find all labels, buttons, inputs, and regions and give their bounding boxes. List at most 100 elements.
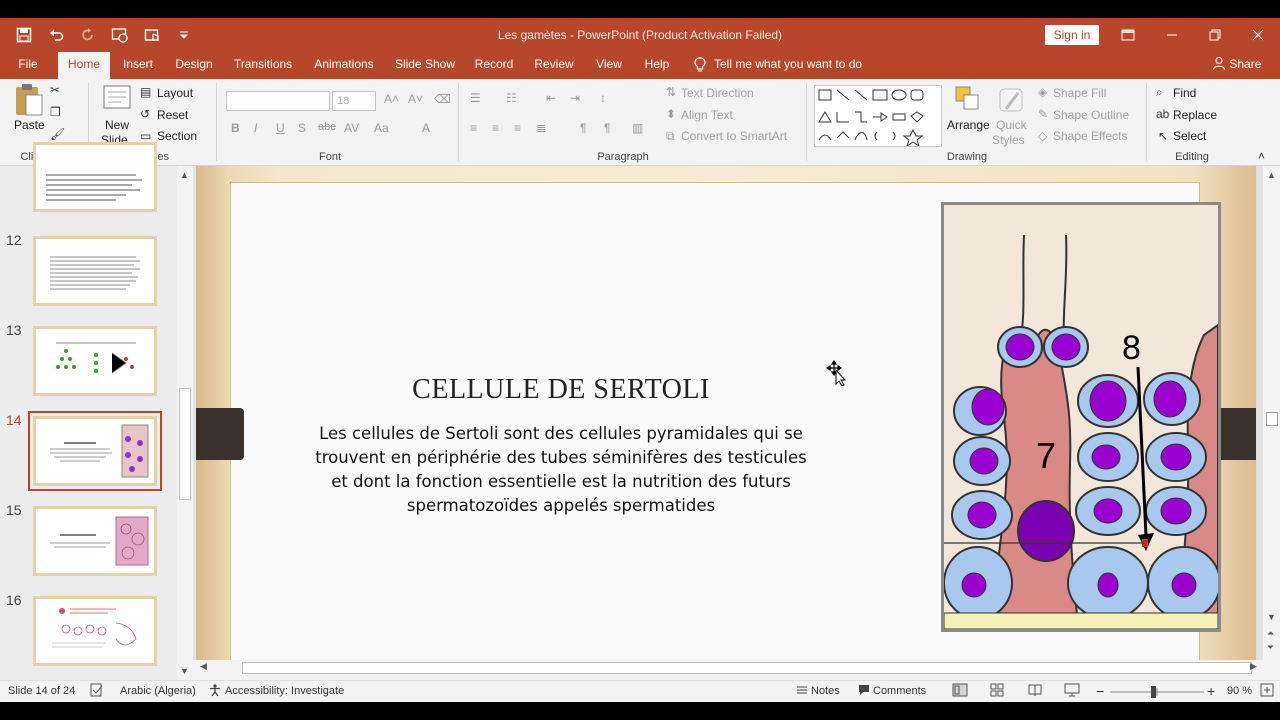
- touch-mode-icon[interactable]: [138, 21, 166, 49]
- tab-help[interactable]: Help: [638, 52, 676, 79]
- tab-home[interactable]: Home: [58, 52, 110, 79]
- slideshow-view-icon[interactable]: [1064, 681, 1080, 703]
- arrange-icon[interactable]: [954, 85, 982, 118]
- underline-button[interactable]: U: [276, 121, 285, 135]
- format-painter-icon[interactable]: 🖌: [50, 127, 65, 141]
- shape-outline-button[interactable]: Shape Outline: [1053, 108, 1129, 122]
- layout-button[interactable]: Layout: [157, 86, 193, 100]
- slide-title[interactable]: CELLULE DE SERTOLI: [346, 374, 776, 406]
- paste-button[interactable]: Paste: [14, 118, 45, 132]
- thumbnail-11[interactable]: [33, 142, 157, 212]
- ribbon-display-options-icon[interactable]: [1108, 18, 1148, 52]
- thumbnail-13[interactable]: [33, 326, 157, 396]
- slide-sorter-icon[interactable]: [990, 681, 1004, 703]
- strikethrough-button[interactable]: abc: [318, 121, 336, 133]
- align-left-icon[interactable]: ≡: [470, 121, 477, 135]
- sertoli-cell-figure[interactable]: 8 7: [941, 202, 1221, 632]
- font-color-icon[interactable]: A: [422, 121, 430, 135]
- slide-vertical-scrollbar[interactable]: ▲ ▼ ⏶ ⏷: [1264, 166, 1280, 660]
- thumbnail-scrollbar[interactable]: ▲ ▼: [177, 166, 193, 680]
- tab-design[interactable]: Design: [168, 52, 220, 79]
- increase-font-icon[interactable]: A˄: [384, 92, 399, 106]
- next-slide-icon[interactable]: ⏷: [1267, 642, 1274, 653]
- line-spacing-icon[interactable]: ↕: [600, 91, 606, 105]
- character-spacing-icon[interactable]: AV: [344, 121, 359, 135]
- minimize-icon[interactable]: [1152, 18, 1192, 52]
- scroll-thumb[interactable]: [179, 388, 191, 500]
- spelling-icon[interactable]: [90, 681, 104, 703]
- change-case-icon[interactable]: Aa: [374, 121, 389, 135]
- previous-slide-icon[interactable]: ⏶: [1267, 628, 1274, 639]
- share-button[interactable]: Share: [1212, 52, 1261, 79]
- zoom-slider[interactable]: [1110, 681, 1204, 703]
- accessibility-status[interactable]: Accessibility: Investigate: [225, 681, 344, 703]
- section-button[interactable]: Section: [157, 129, 197, 143]
- sign-in-button[interactable]: Sign in: [1045, 25, 1099, 45]
- current-slide[interactable]: CELLULE DE SERTOLI Les cellules de Serto…: [196, 166, 1256, 660]
- tab-animations[interactable]: Animations: [306, 52, 382, 79]
- scroll-thumb[interactable]: [1266, 412, 1278, 426]
- reset-button[interactable]: Reset: [157, 108, 188, 122]
- normal-view-icon[interactable]: [952, 681, 968, 703]
- text-direction-button[interactable]: Text Direction: [681, 86, 754, 100]
- quick-styles-icon[interactable]: [998, 85, 1026, 120]
- language-status[interactable]: Arabic (Algeria): [120, 681, 196, 703]
- font-size-field[interactable]: 18: [332, 91, 376, 111]
- start-from-beginning-icon[interactable]: [106, 21, 134, 49]
- new-slide-label-1[interactable]: New: [105, 118, 129, 132]
- comments-button[interactable]: Comments: [873, 681, 926, 703]
- zoom-in-icon[interactable]: +: [1207, 681, 1215, 703]
- undo-icon[interactable]: [42, 21, 70, 49]
- slide-horizontal-scrollbar[interactable]: ◀ ▶: [196, 660, 1263, 676]
- thumbnail-15[interactable]: [33, 506, 157, 576]
- scroll-up-icon[interactable]: ▲: [180, 170, 189, 180]
- restore-icon[interactable]: [1195, 18, 1235, 52]
- tab-slide-show[interactable]: Slide Show: [390, 52, 460, 79]
- clear-formatting-icon[interactable]: ⌫: [434, 92, 451, 106]
- bold-button[interactable]: B: [231, 121, 240, 135]
- scroll-left-icon[interactable]: ◀: [200, 661, 207, 672]
- justify-icon[interactable]: ≣: [536, 121, 546, 135]
- shape-fill-button[interactable]: Shape Fill: [1053, 86, 1106, 100]
- shadow-button[interactable]: S: [298, 121, 306, 135]
- scroll-right-icon[interactable]: ▶: [1250, 661, 1257, 672]
- copy-icon[interactable]: ❐: [50, 105, 61, 119]
- zoom-out-icon[interactable]: −: [1096, 681, 1104, 703]
- thumbnail-14-selected[interactable]: [28, 411, 162, 491]
- fit-to-window-icon[interactable]: [1260, 681, 1274, 703]
- customize-qat-icon[interactable]: [170, 21, 198, 49]
- new-slide-icon[interactable]: [103, 85, 131, 120]
- rtl-icon[interactable]: ¶: [580, 121, 586, 135]
- tab-view[interactable]: View: [588, 52, 630, 79]
- columns-icon[interactable]: ▥: [632, 121, 643, 135]
- scroll-up-icon[interactable]: ▲: [1267, 170, 1276, 180]
- scroll-down-icon[interactable]: ▼: [1267, 612, 1276, 622]
- collapse-ribbon-icon[interactable]: ˄: [1258, 149, 1265, 163]
- ltr-icon[interactable]: ¶: [604, 121, 610, 135]
- quick-styles-label-1[interactable]: Quick: [996, 118, 1027, 132]
- align-center-icon[interactable]: ≡: [492, 121, 499, 135]
- decrease-font-icon[interactable]: A˅: [408, 92, 423, 106]
- save-icon[interactable]: [10, 21, 38, 49]
- tab-transitions[interactable]: Transitions: [228, 52, 298, 79]
- scroll-down-icon[interactable]: ▼: [180, 666, 189, 676]
- find-button[interactable]: Find: [1173, 86, 1196, 100]
- zoom-level[interactable]: 90 %: [1227, 681, 1252, 703]
- tab-insert[interactable]: Insert: [116, 52, 160, 79]
- redo-icon[interactable]: [74, 21, 102, 49]
- scroll-thumb[interactable]: [242, 662, 1252, 674]
- tab-file[interactable]: File: [8, 52, 48, 79]
- font-name-field[interactable]: [226, 91, 330, 111]
- cut-icon[interactable]: ✂: [50, 83, 60, 97]
- tab-record[interactable]: Record: [468, 52, 520, 79]
- thumbnail-16[interactable]: [33, 596, 157, 666]
- align-text-button[interactable]: Align Text: [681, 108, 733, 122]
- italic-button[interactable]: I: [254, 121, 257, 135]
- increase-indent-icon[interactable]: ⇥: [570, 91, 580, 105]
- thumbnail-12[interactable]: [33, 236, 157, 306]
- bullets-icon[interactable]: ☰: [470, 91, 481, 105]
- shape-effects-button[interactable]: Shape Effects: [1053, 129, 1128, 143]
- replace-button[interactable]: Replace: [1173, 108, 1217, 122]
- tab-review[interactable]: Review: [528, 52, 580, 79]
- arrange-button[interactable]: Arrange: [947, 118, 990, 132]
